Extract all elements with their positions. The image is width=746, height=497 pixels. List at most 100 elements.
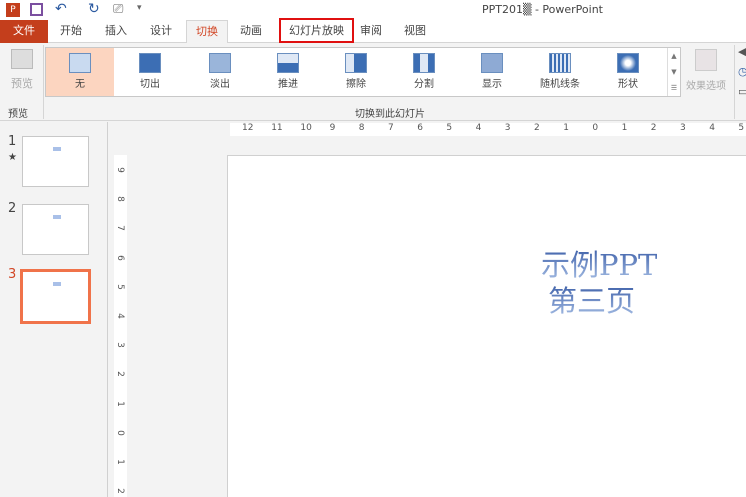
- slide-title-line1[interactable]: 示例PPT: [541, 248, 657, 282]
- transition-label: 随机线条: [540, 79, 580, 90]
- effect-options-icon: [695, 49, 717, 71]
- ruler-label: 8: [358, 123, 365, 133]
- slide-canvas[interactable]: 示例PPT 第三页: [227, 155, 746, 497]
- gallery-scroll[interactable]: ▲ ▼ ☰: [667, 48, 680, 96]
- save-icon[interactable]: [30, 3, 43, 16]
- ruler-label: 5: [114, 283, 125, 290]
- ruler-label: 2: [534, 123, 540, 133]
- transition-none[interactable]: 无: [46, 48, 114, 96]
- transition-label: 形状: [618, 79, 638, 90]
- ruler-label: 5: [738, 123, 745, 133]
- tab-insert[interactable]: 插入: [97, 20, 135, 43]
- ruler-label: 7: [114, 225, 125, 232]
- ruler-label: 8: [114, 196, 125, 203]
- split-icon: [413, 53, 435, 73]
- cut-icon: [139, 53, 161, 73]
- tab-view[interactable]: 视图: [396, 20, 434, 43]
- slide-thumbnail-3[interactable]: [20, 269, 91, 324]
- tab-transitions[interactable]: 切换: [186, 20, 228, 44]
- scroll-up-icon[interactable]: ▲: [668, 48, 680, 64]
- transition-reveal[interactable]: 显示: [458, 48, 526, 96]
- undo-icon[interactable]: ↶: [55, 1, 67, 17]
- slide-number: 1: [8, 134, 17, 149]
- transition-wipe[interactable]: 擦除: [322, 48, 390, 96]
- thumb-text: [53, 215, 61, 219]
- transition-split[interactable]: 分割: [390, 48, 458, 96]
- effect-options-label: 效果选项: [686, 81, 726, 92]
- highlight-box: [279, 18, 354, 43]
- duration-icon[interactable]: ◷: [738, 65, 746, 78]
- more-icon[interactable]: ☰: [668, 80, 680, 96]
- ruler-label: 1: [114, 459, 125, 465]
- preview-button[interactable]: 预览: [3, 47, 41, 95]
- present-from-start-icon[interactable]: ⎚: [113, 2, 123, 17]
- redo-icon[interactable]: ↻: [88, 1, 100, 17]
- slide-thumbnail-1[interactable]: [22, 136, 89, 187]
- title-bar: P ↶ ↻ ⎚ ▾ PPT201▒ - PowerPoint: [0, 0, 746, 20]
- ruler-label: 5: [446, 123, 453, 133]
- ruler-label: 3: [114, 342, 125, 349]
- slide-thumbnail-pane: 1 ★ 2 3: [0, 122, 108, 497]
- transition-label: 擦除: [346, 79, 366, 90]
- scroll-down-icon[interactable]: ▼: [668, 64, 680, 80]
- ruler-label: 2: [650, 123, 657, 133]
- thumb-text: [53, 282, 61, 286]
- transition-shape[interactable]: 形状: [594, 48, 662, 96]
- ribbon: 预览 预览 无 切出 淡出 推进 擦除 分割 显示 随机线条 形状 ▲ ▼ ☰ 切换…: [0, 43, 746, 121]
- ruler-label: 0: [114, 429, 125, 436]
- tab-review[interactable]: 审阅: [352, 20, 390, 43]
- ruler-label: 1: [621, 123, 628, 133]
- tab-design[interactable]: 设计: [142, 20, 180, 43]
- preview-icon: [11, 49, 33, 69]
- ruler-label: 0: [592, 123, 599, 133]
- ruler-label: 6: [114, 254, 125, 261]
- transition-label: 切出: [140, 79, 160, 90]
- ruler-label: 9: [114, 167, 125, 173]
- effect-options-button[interactable]: 效果选项: [684, 47, 728, 103]
- tab-animations[interactable]: 动画: [232, 20, 270, 43]
- transition-label: 淡出: [210, 79, 230, 90]
- slide-title-line2[interactable]: 第三页: [548, 284, 635, 318]
- ruler-label: 1: [114, 400, 125, 407]
- fade-icon: [209, 53, 231, 73]
- ruler-label: 3: [504, 123, 511, 133]
- powerpoint-logo-icon: P: [6, 3, 20, 17]
- ruler-label: 7: [388, 123, 394, 133]
- ruler-label: 9: [329, 123, 336, 133]
- preview-label: 预览: [11, 77, 33, 90]
- ruler-label: 4: [709, 123, 715, 133]
- customize-icon[interactable]: ▾: [137, 3, 142, 13]
- transition-fade[interactable]: 淡出: [186, 48, 254, 96]
- ribbon-tabs: 文件 开始 插入 设计 切换 动画 幻灯片放映 审阅 视图: [0, 20, 746, 44]
- wipe-icon: [345, 53, 367, 73]
- ruler-label: 2: [114, 488, 125, 495]
- horizontal-ruler: 12 11 10 9 8 7 6 5 4 3 2 1 0 1 2 3 4 5: [230, 123, 746, 136]
- sound-icon[interactable]: ◀: [738, 45, 746, 58]
- transition-cut[interactable]: 切出: [116, 48, 184, 96]
- transition-label: 分割: [414, 79, 434, 90]
- reveal-icon: [481, 53, 503, 73]
- push-icon: [277, 53, 299, 73]
- transition-random-bars[interactable]: 随机线条: [526, 48, 594, 96]
- transition-push[interactable]: 推进: [254, 48, 322, 96]
- transition-gallery: 无 切出 淡出 推进 擦除 分割 显示 随机线条 形状 ▲ ▼ ☰: [45, 47, 681, 97]
- window-title: PPT201▒ - PowerPoint: [482, 3, 603, 16]
- slide-thumbnail-2[interactable]: [22, 204, 89, 255]
- divider: [734, 45, 735, 119]
- tab-file[interactable]: 文件: [0, 20, 48, 43]
- none-icon: [69, 53, 91, 73]
- transition-label: 显示: [482, 79, 502, 90]
- ruler-label: 6: [417, 123, 423, 133]
- animation-star-icon: ★: [8, 152, 17, 163]
- thumb-text: [53, 147, 61, 151]
- ruler-label: 3: [680, 123, 686, 133]
- apply-all-icon[interactable]: ▭: [738, 85, 746, 98]
- tab-home[interactable]: 开始: [52, 20, 90, 43]
- ruler-label: 12: [242, 123, 254, 133]
- transition-label: 无: [75, 79, 85, 90]
- transition-label: 推进: [278, 79, 298, 90]
- divider: [43, 45, 44, 119]
- slide-number: 2: [8, 201, 17, 216]
- ruler-label: 11: [271, 123, 283, 133]
- random-bars-icon: [549, 53, 571, 73]
